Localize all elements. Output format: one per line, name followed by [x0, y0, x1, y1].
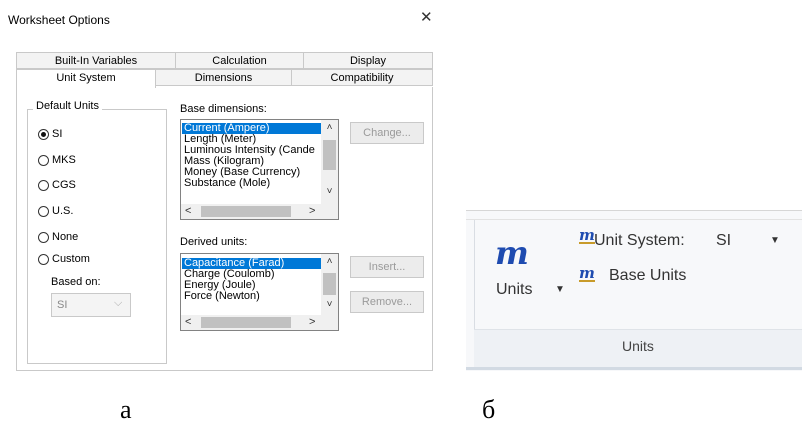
close-icon[interactable]: ✕: [420, 10, 433, 26]
base-units-label: Base Units: [609, 267, 687, 284]
worksheet-options-dialog: Worksheet Options ✕ Built-In Variables C…: [0, 0, 440, 374]
derived-units-list[interactable]: Capacitance (Farad) Charge (Coulomb) Ene…: [180, 253, 339, 331]
dropdown-arrow-icon: ▼: [555, 284, 565, 295]
radio-button-checked-icon[interactable]: [38, 128, 49, 140]
default-units-legend: Default Units: [33, 100, 102, 112]
units-button-label: Units: [496, 281, 533, 298]
base-units-m-icon: m: [579, 264, 595, 282]
scroll-down-icon[interactable]: ˅: [321, 186, 338, 197]
scroll-left-icon[interactable]: <: [185, 204, 191, 219]
tab-calculation[interactable]: Calculation: [175, 52, 304, 69]
radio-custom-label: Custom: [52, 253, 90, 265]
scroll-thumb[interactable]: [323, 273, 336, 295]
tab-built-in-variables[interactable]: Built-In Variables: [16, 52, 176, 69]
remove-button[interactable]: Remove...: [350, 291, 424, 313]
radio-mks[interactable]: MKS: [38, 152, 76, 168]
ribbon-divider: [466, 219, 802, 220]
radio-button-icon[interactable]: [38, 205, 49, 217]
dialog-title: Worksheet Options: [8, 13, 110, 27]
radio-none-label: None: [52, 231, 79, 243]
list-item[interactable]: Force (Newton): [182, 291, 322, 302]
scroll-corner: [321, 204, 338, 219]
radio-button-icon[interactable]: [38, 253, 49, 265]
based-on-select[interactable]: SI ⌵: [51, 293, 131, 317]
scroll-left-icon[interactable]: <: [185, 315, 191, 330]
scroll-right-icon[interactable]: >: [309, 204, 315, 219]
derived-units-label: Derived units:: [180, 236, 248, 248]
radio-button-icon[interactable]: [38, 154, 49, 166]
ribbon-units-group: m Units ▼ m Unit System: SI ▼ m Base Uni…: [466, 210, 802, 371]
tab-display[interactable]: Display: [303, 52, 433, 69]
tab-compatibility[interactable]: Compatibility: [291, 69, 433, 86]
units-m-icon: m: [495, 234, 529, 272]
scroll-up-icon[interactable]: ˄: [321, 122, 338, 133]
radio-button-icon[interactable]: [38, 231, 49, 243]
ribbon-group-title: Units: [622, 338, 654, 354]
base-dimensions-label: Base dimensions:: [180, 103, 267, 115]
radio-si-label: SI: [52, 128, 63, 140]
radio-mks-label: MKS: [52, 154, 76, 166]
insert-button[interactable]: Insert...: [350, 256, 424, 278]
unit-system-label: Unit System:: [594, 232, 685, 249]
radio-custom[interactable]: Custom: [38, 251, 90, 267]
change-button[interactable]: Change...: [350, 122, 424, 144]
caption-a: a: [120, 395, 132, 424]
tab-dimensions[interactable]: Dimensions: [155, 69, 292, 86]
radio-us[interactable]: U.S.: [38, 203, 73, 219]
radio-cgs[interactable]: CGS: [38, 177, 76, 193]
horizontal-scrollbar[interactable]: < >: [181, 315, 321, 330]
caption-b: б: [482, 395, 496, 424]
scroll-up-icon[interactable]: ˄: [321, 256, 338, 267]
vertical-scrollbar[interactable]: ˄ ˅: [321, 120, 338, 206]
radio-none[interactable]: None: [38, 229, 78, 245]
scroll-down-icon[interactable]: ˅: [321, 299, 338, 310]
unit-system-value: SI: [716, 232, 732, 249]
vertical-scrollbar[interactable]: ˄ ˅: [321, 254, 338, 317]
scroll-right-icon[interactable]: >: [309, 315, 315, 330]
scroll-thumb[interactable]: [201, 317, 291, 328]
scroll-thumb[interactable]: [201, 206, 291, 217]
radio-si[interactable]: SI: [38, 126, 62, 142]
chevron-down-icon: ⌵: [114, 297, 123, 309]
radio-button-icon[interactable]: [38, 179, 49, 191]
radio-us-label: U.S.: [52, 205, 74, 217]
base-dimensions-list[interactable]: Current (Ampere) Length (Meter) Luminous…: [180, 119, 339, 220]
based-on-label: Based on:: [51, 276, 101, 288]
scroll-corner: [321, 315, 338, 330]
horizontal-scrollbar[interactable]: < >: [181, 204, 321, 219]
scroll-thumb[interactable]: [323, 140, 336, 170]
tab-unit-system[interactable]: Unit System: [16, 69, 156, 88]
dialog-titlebar: Worksheet Options ✕: [0, 0, 440, 28]
unit-system-m-icon: m: [579, 226, 595, 244]
radio-cgs-label: CGS: [52, 179, 76, 191]
dropdown-arrow-icon[interactable]: ▼: [770, 235, 780, 246]
ribbon-divider: [466, 367, 802, 370]
based-on-value: SI: [57, 299, 68, 311]
list-item[interactable]: Substance (Mole): [182, 178, 322, 189]
